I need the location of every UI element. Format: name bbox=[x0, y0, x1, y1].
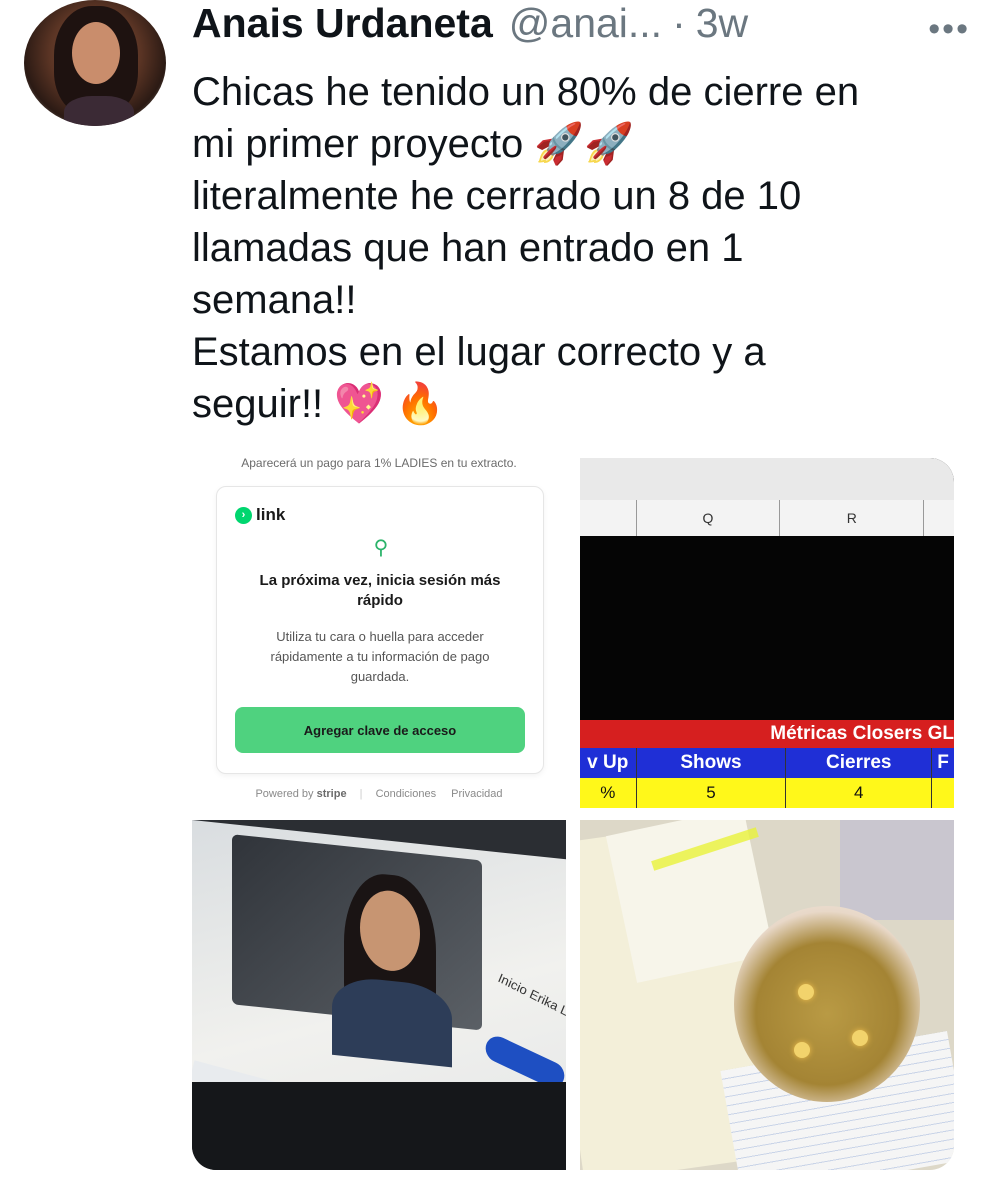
media-image-laptop[interactable]: Inicio Erika Li dentro de 13 minu bbox=[192, 820, 566, 1170]
tweet-line: literalmente he cerrado un 8 de 10 bbox=[192, 174, 802, 218]
sheet-toolbar bbox=[580, 458, 954, 500]
author-name[interactable]: Anais Urdaneta bbox=[192, 0, 493, 47]
tweet-time[interactable]: 3w bbox=[696, 0, 748, 47]
footer-divider: | bbox=[359, 788, 363, 800]
column-header-blank bbox=[580, 500, 637, 536]
metrics-header-row: v Up Shows Cierres F bbox=[580, 748, 954, 778]
laptop-corner bbox=[840, 820, 954, 920]
media-image-notebook[interactable] bbox=[580, 820, 954, 1170]
laptop-keyboard bbox=[192, 1082, 566, 1170]
user-key-icon: ⚲ bbox=[373, 537, 389, 559]
metric-header: F bbox=[937, 752, 949, 773]
metric-value: 4 bbox=[786, 778, 933, 808]
metric-header: v Up bbox=[580, 748, 637, 778]
column-header-r: R bbox=[780, 500, 925, 536]
media-grid: Aparecerá un pago para 1% LADIES en tu e… bbox=[192, 452, 954, 1170]
privacy-link: Privacidad bbox=[451, 788, 503, 800]
metric-value: % bbox=[580, 778, 637, 808]
card-title: La próxima vez, inicia sesión más rápido bbox=[259, 572, 501, 609]
link-brand: link bbox=[256, 505, 286, 524]
avatar-shirt bbox=[64, 96, 134, 126]
candle-wick bbox=[852, 1030, 868, 1046]
metric-header: Cierres bbox=[786, 748, 933, 778]
metrics-title: Métricas Closers GL bbox=[580, 720, 954, 748]
candle-wick bbox=[794, 1042, 810, 1058]
media-image-spreadsheet[interactable]: Q R Métricas Closers GL v Up Shows Cierr… bbox=[580, 458, 954, 808]
card-description: Utiliza tu cara o huella para acceder rá… bbox=[270, 629, 490, 684]
author-avatar[interactable] bbox=[24, 0, 166, 126]
avatar-face bbox=[72, 22, 120, 84]
media-image-payment[interactable]: Aparecerá un pago para 1% LADIES en tu e… bbox=[192, 452, 566, 806]
stripe-footer: Powered by stripe | Condiciones Privacid… bbox=[192, 788, 566, 800]
terms-link: Condiciones bbox=[375, 788, 437, 800]
powered-by-label: Powered by bbox=[255, 788, 314, 800]
candle-wick bbox=[798, 984, 814, 1000]
tweet-line: semana!! bbox=[192, 278, 357, 322]
tweet-line: Estamos en el lugar correcto y a bbox=[192, 330, 766, 374]
tweet-header: Anais Urdaneta @anai... · 3w bbox=[192, 0, 962, 52]
link-logo: › link bbox=[235, 505, 285, 525]
tweet-line: seguir!! 💖 🔥 bbox=[192, 382, 446, 426]
candle-glass bbox=[734, 906, 920, 1102]
tweet-line: llamadas que han entrado en 1 bbox=[192, 226, 744, 270]
tweet-line: Chicas he tenido un 80% de cierre en bbox=[192, 70, 860, 114]
stripe-logo: stripe bbox=[316, 788, 347, 800]
tweet-text: Chicas he tenido un 80% de cierre en mi … bbox=[192, 66, 972, 430]
author-handle[interactable]: @anai... bbox=[509, 0, 662, 47]
link-card: › link ⚲ La próxima vez, inicia sesión m… bbox=[216, 486, 544, 774]
sheet-column-headers: Q R bbox=[580, 500, 954, 537]
payment-note: Aparecerá un pago para 1% LADIES en tu e… bbox=[241, 456, 517, 470]
separator-dot: · bbox=[672, 0, 686, 46]
video-preview bbox=[232, 834, 482, 1068]
add-passkey-button: Agregar clave de acceso bbox=[235, 707, 525, 753]
column-header-q: Q bbox=[637, 500, 781, 536]
more-options-icon[interactable]: ••• bbox=[928, 10, 970, 49]
metric-value bbox=[932, 778, 954, 808]
link-arrow-icon: › bbox=[235, 506, 252, 524]
sheet-dark-area bbox=[580, 536, 954, 720]
column-header-next bbox=[924, 500, 954, 536]
tweet-line: mi primer proyecto 🚀🚀 bbox=[192, 122, 634, 166]
metrics-value-row: % 5 4 bbox=[580, 778, 954, 808]
metric-header: Shows bbox=[637, 748, 787, 778]
metric-value: 5 bbox=[637, 778, 787, 808]
